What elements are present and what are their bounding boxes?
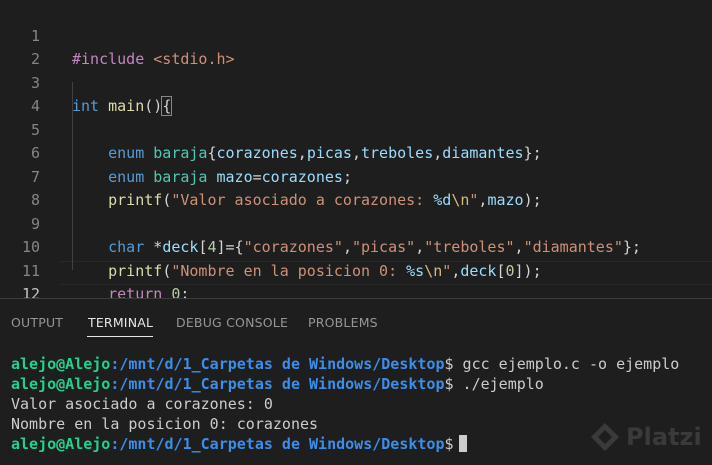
- panel-tabs: OUTPUT TERMINAL DEBUG CONSOLE PROBLEMS: [0, 299, 712, 351]
- terminal-line: Nombre en la posicion 0: corazones: [11, 415, 319, 433]
- code-line[interactable]: 2: [0, 25, 712, 68]
- active-tab-indicator: [87, 336, 153, 337]
- code-line[interactable]: 9 char *deck[4]={"corazones","picas","tr…: [0, 189, 712, 257]
- code-line[interactable]: 4: [0, 72, 712, 115]
- tab-problems[interactable]: PROBLEMS: [308, 315, 378, 330]
- code-line[interactable]: 1 #include <stdio.h>: [0, 1, 712, 69]
- code-line[interactable]: 12 }: [0, 260, 712, 328]
- code-line[interactable]: 11 return 0;: [0, 236, 712, 304]
- terminal-line: Valor asociado a corazones: 0: [11, 395, 273, 413]
- code-line[interactable]: 8: [0, 166, 712, 209]
- tab-output[interactable]: OUTPUT: [11, 315, 63, 330]
- code-editor[interactable]: 1 #include <stdio.h> 2 3 int main(){ 4 5…: [0, 0, 712, 328]
- tab-terminal[interactable]: TERMINAL: [88, 315, 153, 330]
- code-line[interactable]: 5 enum baraja{corazones,picas,treboles,d…: [0, 95, 712, 163]
- terminal-line: alejo@Alejo:/mnt/d/1_Carpetas de Windows…: [11, 375, 544, 393]
- terminal-cursor: [458, 435, 467, 452]
- tab-debug-console[interactable]: DEBUG CONSOLE: [176, 315, 288, 330]
- code-line[interactable]: 7 printf("Valor asociado a corazones: %d…: [0, 142, 712, 210]
- code-line[interactable]: 6 enum baraja mazo=corazones;: [0, 119, 712, 186]
- terminal-line: alejo@Alejo:/mnt/d/1_Carpetas de Windows…: [11, 355, 680, 373]
- watermark-text: Platzi: [626, 423, 702, 451]
- platzi-watermark: Platzi: [588, 420, 702, 454]
- terminal-prompt[interactable]: alejo@Alejo:/mnt/d/1_Carpetas de Windows…: [11, 434, 467, 454]
- code-line[interactable]: 10 printf("Nombre en la posicion 0: %s\n…: [0, 213, 712, 280]
- code-line[interactable]: 3 int main(){: [0, 48, 712, 116]
- platzi-logo-icon: [591, 423, 619, 451]
